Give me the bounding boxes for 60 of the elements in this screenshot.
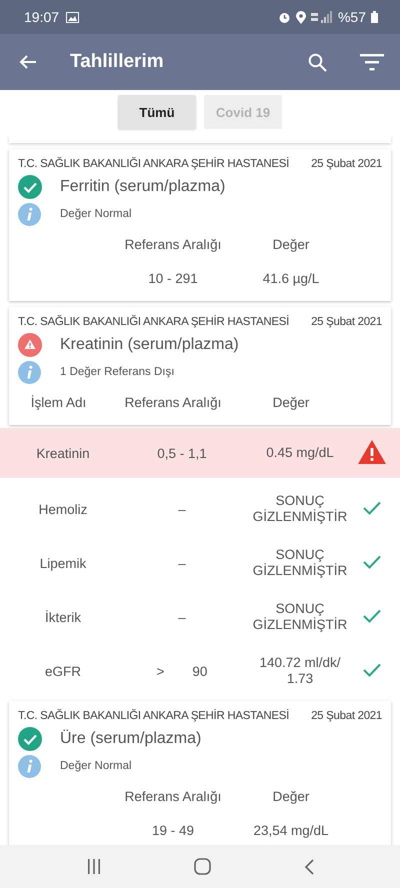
screen-title: Tahlillerim — [70, 51, 165, 73]
signal-icon — [310, 11, 333, 23]
result-summary: 1 Değer Referans Dışı — [60, 366, 174, 378]
hospital-name: T.C. SAĞLIK BAKANLIĞI ANKARA ŞEHİR HASTANESİ — [18, 710, 289, 722]
back-arrow-icon[interactable] — [19, 54, 37, 70]
result-date: 25 Şubat 2021 — [311, 316, 382, 328]
result-summary: Değer Normal — [60, 208, 132, 220]
column-header: İşlem Adı — [30, 394, 86, 410]
test-item-name: Lipemik — [40, 556, 86, 570]
test-item-name: eGFR — [44, 664, 81, 678]
reference-range: – — [178, 502, 186, 516]
result-value: 140.72 ml/dk/ 1.73 — [259, 654, 341, 688]
test-item-name: Hemoliz — [38, 502, 88, 516]
reference-range: 0,5 - 1,1 — [157, 446, 207, 460]
battery-level: %57 — [338, 9, 366, 25]
image-icon — [66, 12, 80, 22]
filter-icon[interactable] — [360, 53, 384, 71]
result-value: SONUÇ GİZLENMİŞTİR — [252, 492, 348, 526]
result-date: 25 Şubat 2021 — [311, 158, 382, 170]
result-card[interactable]: T.C. SAĞLIK BAKANLIĞI ANKARA ŞEHİR HASTANESİ 25 Şubat 2021 Üre (serum/plazma) Değer Normal Referans Aralığı Değer 19 - 49 23,54 mg/dL — [9, 701, 391, 845]
column-header: Referans Aralığı — [124, 788, 222, 804]
hospital-name: T.C. SAĞLIK BAKANLIĞI ANKARA ŞEHİR HASTANESİ — [18, 316, 289, 328]
result-card[interactable]: T.C. SAĞLIK BAKANLIĞI ANKARA ŞEHİR HASTANESİ 25 Şubat 2021 Kreatinin (serum/plazma) 1 Değer Referans Dışı İşlem Adı Referans Aralığı Değer — [9, 307, 391, 425]
column-header: Referans Aralığı — [124, 394, 222, 410]
recent-apps-icon[interactable] — [86, 859, 100, 874]
column-header: Değer — [272, 394, 310, 410]
column-header: Referans Aralığı — [124, 236, 222, 252]
range-operator: > — [156, 664, 164, 678]
result-value: 0.45 mg/dL — [266, 444, 334, 462]
result-value: 41.6 µg/L — [262, 270, 320, 286]
reference-range: – — [178, 610, 186, 624]
reference-range: – — [178, 556, 186, 570]
hospital-name: T.C. SAĞLIK BAKANLIĞI ANKARA ŞEHİR HASTANESİ — [18, 158, 289, 170]
test-name: Kreatinin (serum/plazma) — [60, 336, 239, 354]
alarm-icon — [278, 10, 291, 24]
result-value: SONUÇ GİZLENMİŞTİR — [252, 546, 348, 580]
test-item-name: İkterik — [44, 610, 81, 624]
search-icon[interactable] — [308, 52, 327, 72]
result-value: SONUÇ GİZLENMİŞTİR — [252, 600, 348, 634]
info-icon — [18, 360, 41, 384]
filter-tab[interactable]: Tümü — [118, 95, 196, 129]
location-icon — [296, 10, 306, 24]
test-item-name: Kreatinin — [36, 446, 90, 460]
column-header: Değer — [272, 236, 310, 252]
reference-range: 90 — [192, 664, 208, 678]
result-date: 25 Şubat 2021 — [311, 710, 382, 722]
test-name: Ferritin (serum/plazma) — [60, 178, 226, 196]
test-name: Üre (serum/plazma) — [60, 730, 202, 748]
back-icon[interactable] — [304, 858, 314, 874]
result-summary: Değer Normal — [60, 760, 132, 772]
reference-range: 10 - 291 — [148, 270, 198, 286]
column-header: Değer — [272, 788, 310, 804]
result-value: 23,54 mg/dL — [253, 822, 329, 838]
status-time: 19:07 — [24, 9, 60, 25]
battery-icon — [371, 11, 378, 23]
result-card[interactable]: T.C. SAĞLIK BAKANLIĞI ANKARA ŞEHİR HASTANESİ 25 Şubat 2021 Ferritin (serum/plazma) Değer Normal Referans Aralığı Değer 10 - 291 41.6 µg/L — [9, 149, 391, 301]
reference-range: 19 - 49 — [152, 822, 194, 838]
home-icon[interactable] — [194, 858, 210, 875]
info-icon — [18, 754, 41, 778]
info-icon — [18, 202, 41, 226]
